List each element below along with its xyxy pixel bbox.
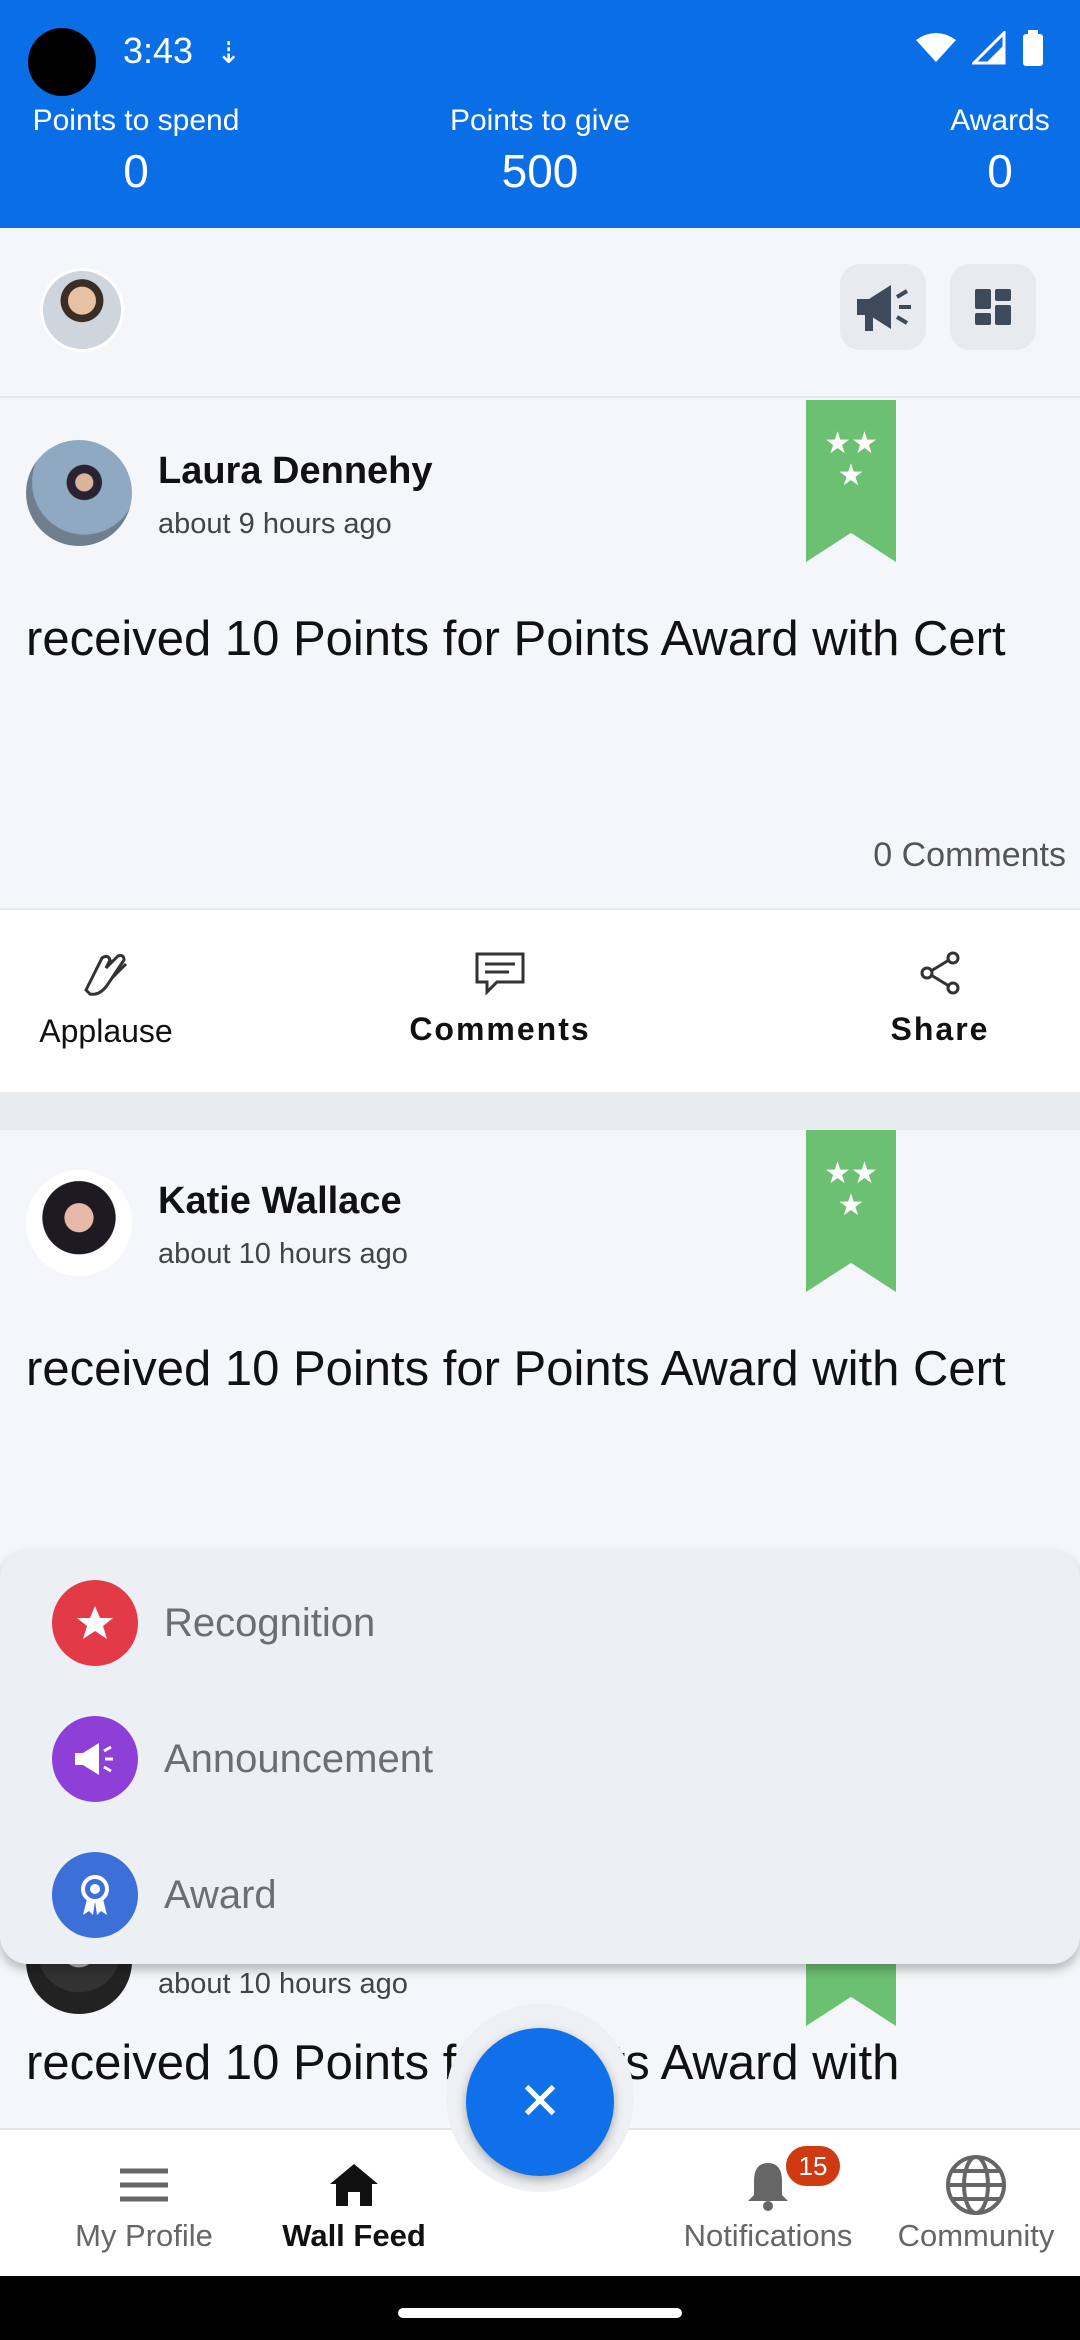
megaphone-icon xyxy=(857,285,911,331)
megaphone-icon xyxy=(52,1716,138,1802)
wifi-icon xyxy=(916,33,956,62)
post-text: received 10 Points for Points Award with… xyxy=(26,1342,1006,1396)
nav-community[interactable]: Community xyxy=(876,2152,1076,2254)
post-time: about 9 hours ago xyxy=(158,508,392,540)
author-avatar[interactable] xyxy=(26,1964,132,2014)
post-text: received 10 Points for Points Award with… xyxy=(26,612,1006,666)
comments-button[interactable]: Comments xyxy=(400,950,600,1048)
menu-label: Recognition xyxy=(164,1600,376,1645)
points-header: 3:43 ⇣ Points to spend 0 Points to give … xyxy=(0,0,1080,228)
wall-post: Laura Dennehy about 9 hours ago ★★ ★ rece… xyxy=(0,400,1080,908)
menu-label: Award xyxy=(164,1872,277,1917)
award-ribbon-icon: ★★ ★ xyxy=(806,1130,896,1292)
home-icon xyxy=(254,2152,454,2218)
signal-icon xyxy=(972,31,1006,65)
menu-item-announcement[interactable]: Announcement xyxy=(52,1716,433,1802)
status-time: 3:43 xyxy=(123,30,194,71)
comment-icon xyxy=(475,952,525,996)
home-gesture-pill[interactable] xyxy=(398,2308,682,2318)
post-actions: Applause Comments Share xyxy=(0,908,1080,1092)
layout-toggle-button[interactable] xyxy=(950,264,1036,350)
my-avatar[interactable] xyxy=(40,268,124,352)
close-icon: ✕ xyxy=(518,2073,562,2131)
applause-button[interactable]: Applause xyxy=(26,950,186,1050)
announcement-filter-button[interactable] xyxy=(840,264,926,350)
stat-label: Points to give xyxy=(449,104,631,137)
system-nav-bar xyxy=(0,2276,1080,2340)
stat-value: 0 xyxy=(123,145,149,197)
award-medal-icon xyxy=(52,1852,138,1938)
author-avatar[interactable] xyxy=(26,1170,132,1276)
author-name[interactable]: Katie Wallace xyxy=(158,1180,402,1223)
nav-label: Notifications xyxy=(683,2218,853,2253)
notifications-badge: 15 xyxy=(786,2146,840,2186)
stat-awards: Awards 0 xyxy=(930,104,1070,198)
nav-label: My Profile xyxy=(75,2218,213,2253)
status-icons xyxy=(916,30,1044,66)
award-ribbon-icon: ★★ ★ xyxy=(806,400,896,562)
wall-post: Katie Wallace about 10 hours ago ★★ ★ rec… xyxy=(0,1130,1080,1550)
globe-icon xyxy=(876,2152,1076,2218)
share-button[interactable]: Share xyxy=(880,950,1000,1048)
menu-item-award[interactable]: Award xyxy=(52,1852,277,1938)
battery-icon xyxy=(1023,30,1043,66)
download-icon: ⇣ xyxy=(216,37,242,70)
clapping-hands-icon xyxy=(84,954,128,996)
applause-label: Applause xyxy=(39,1013,173,1049)
post-separator xyxy=(0,1092,1080,1130)
comments-count[interactable]: 0 Comments xyxy=(873,836,1066,875)
stat-label: Awards xyxy=(950,104,1050,137)
stat-value: 500 xyxy=(501,145,579,197)
nav-notifications[interactable]: 15 Notifications xyxy=(668,2146,868,2254)
status-bar: 3:43 ⇣ xyxy=(0,0,1080,100)
post-time: about 10 hours ago xyxy=(158,1238,408,1270)
stat-label: Points to spend xyxy=(32,104,240,137)
create-post-menu: Recognition Announcement Award xyxy=(0,1550,1080,1964)
menu-label: Announcement xyxy=(164,1736,434,1781)
menu-item-recognition[interactable]: Recognition xyxy=(52,1580,375,1666)
stat-points-to-spend: Points to spend 0 xyxy=(26,104,246,198)
menu-icon xyxy=(44,2152,244,2218)
comments-label: Comments xyxy=(409,1011,591,1047)
close-menu-button[interactable]: ✕ xyxy=(466,2028,614,2176)
post-time: about 10 hours ago xyxy=(158,1968,408,2000)
share-icon xyxy=(920,951,960,995)
nav-wall-feed[interactable]: Wall Feed xyxy=(254,2152,454,2254)
wall-toolbar xyxy=(0,228,1080,398)
star-icon xyxy=(52,1580,138,1666)
share-label: Share xyxy=(890,1011,990,1047)
stat-value: 0 xyxy=(987,145,1013,197)
grid-icon xyxy=(975,289,1011,325)
author-avatar[interactable] xyxy=(26,440,132,546)
camera-cutout xyxy=(28,28,96,96)
award-ribbon-icon xyxy=(806,1964,896,2026)
nav-my-profile[interactable]: My Profile xyxy=(44,2152,244,2254)
nav-label: Wall Feed xyxy=(282,2218,426,2253)
nav-label: Community xyxy=(897,2218,1055,2253)
author-name[interactable]: Laura Dennehy xyxy=(158,450,433,493)
stat-points-to-give: Points to give 500 xyxy=(430,104,650,198)
